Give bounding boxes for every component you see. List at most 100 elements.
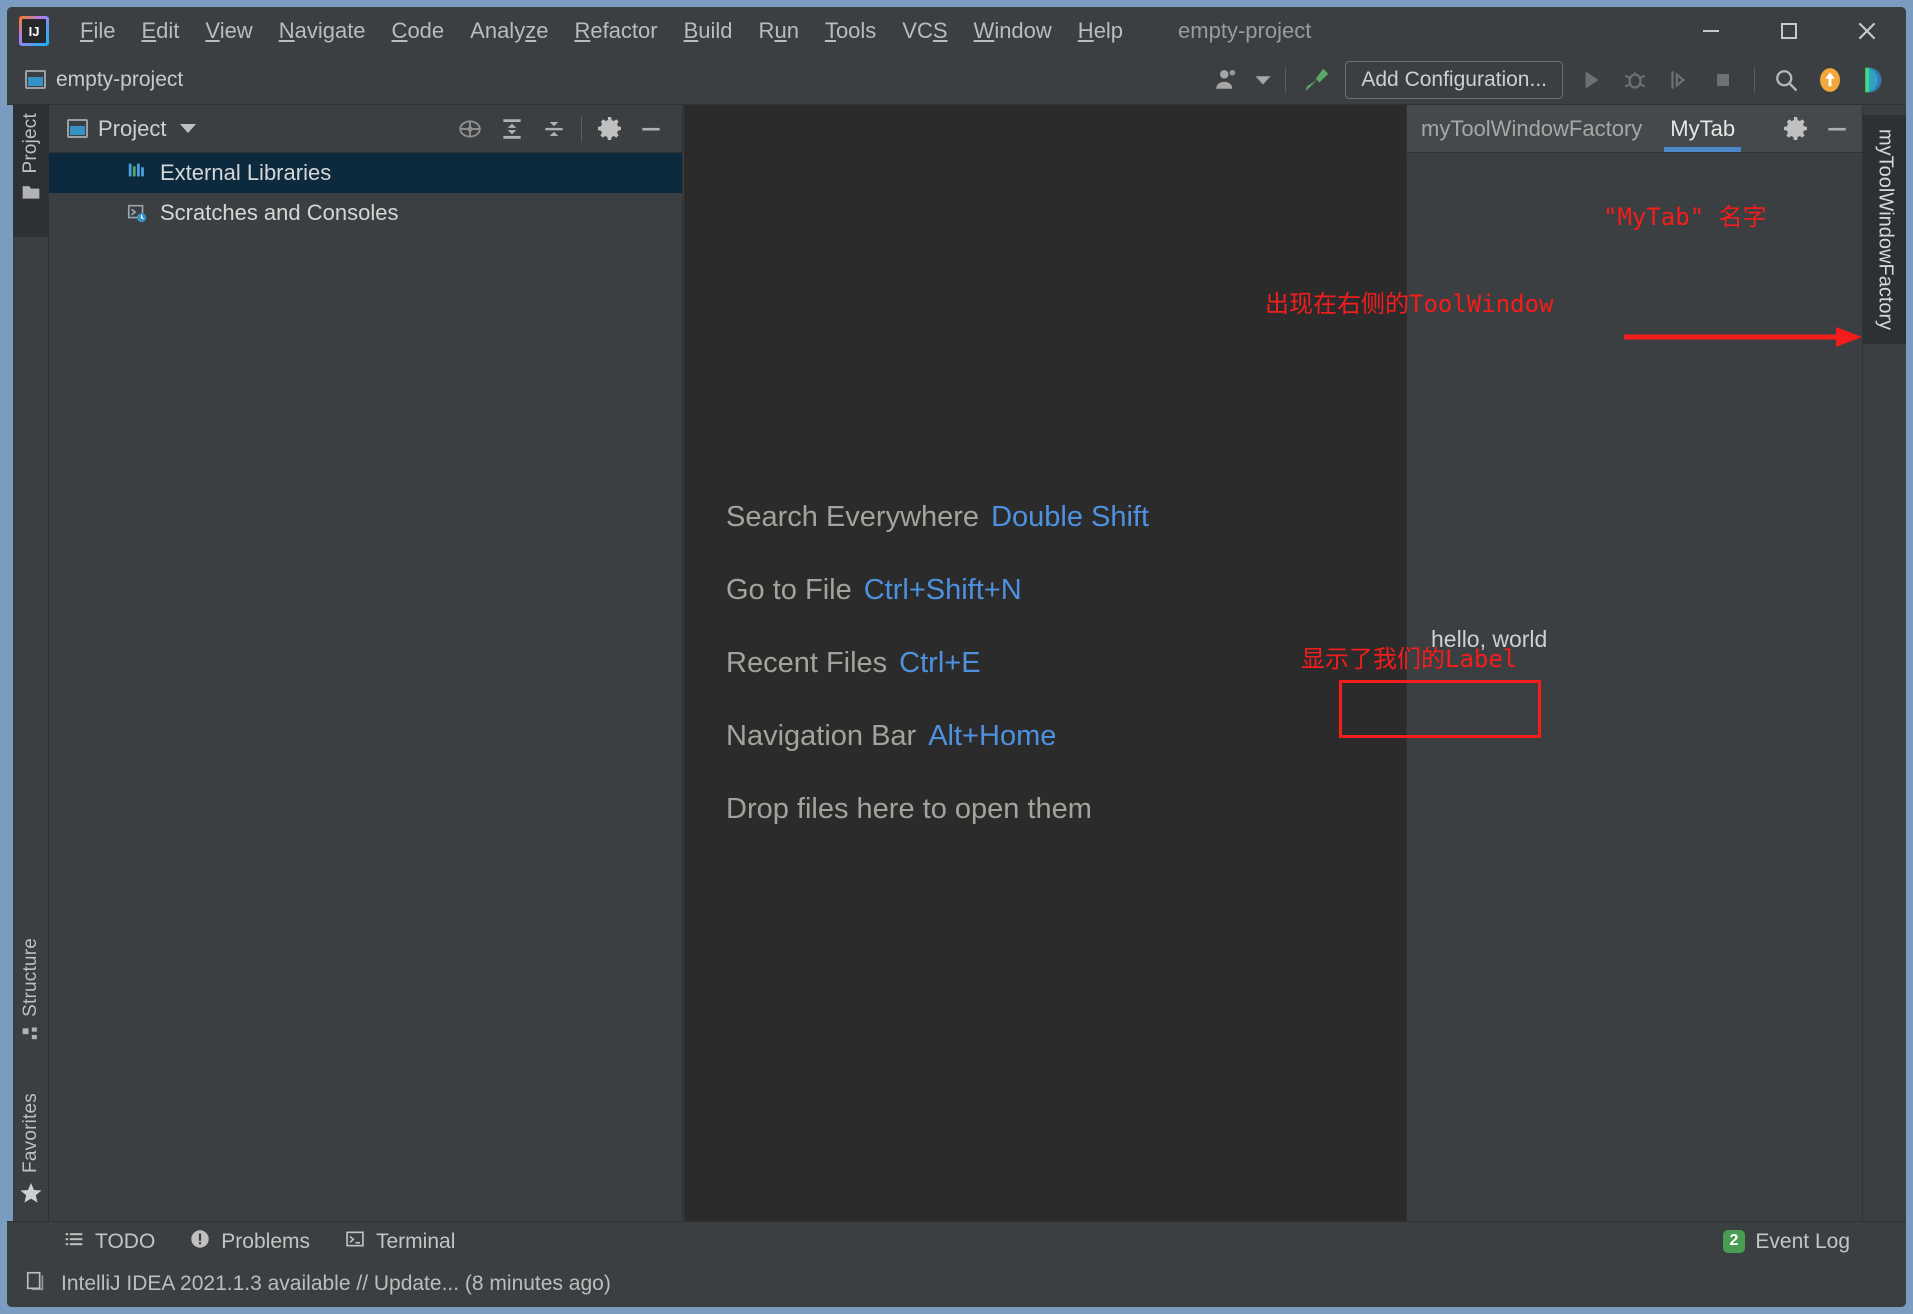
annotation-mytab-name: "MyTab" 名字 (1603, 203, 1767, 231)
project-name-tab[interactable]: empty-project (25, 68, 183, 92)
collapse-all-icon[interactable] (533, 108, 575, 150)
project-tool-window-title: Project (98, 115, 167, 141)
project-name-label: empty-project (56, 67, 184, 91)
menu-item-build[interactable]: Build (671, 14, 746, 48)
menu-item-view[interactable]: View (192, 14, 265, 48)
editor-hint-row-drop-files: Drop files here to open them (726, 793, 1092, 826)
chevron-down-icon[interactable] (1250, 58, 1276, 102)
menu-item-analyze[interactable]: Analyze (457, 14, 561, 48)
menu-item-file[interactable]: File (67, 14, 128, 48)
editor-hint-row: Search Everywhere Double Shift (726, 501, 1149, 534)
window-controls (1672, 7, 1906, 55)
menu-item-window[interactable]: Window (961, 14, 1065, 48)
project-header-separator (581, 115, 582, 142)
menu-item-tools[interactable]: Tools (812, 14, 889, 48)
event-log-button[interactable]: 2 Event Log (1722, 1229, 1850, 1254)
menu-item-vcs[interactable]: VCS (889, 14, 960, 48)
editor-empty-area: Search Everywhere Double Shift Go to File… (684, 105, 1406, 1221)
close-button[interactable] (1828, 7, 1906, 55)
problems-icon (189, 1228, 211, 1256)
editor-hint-row: Go to File Ctrl+Shift+N (726, 574, 1022, 607)
hint-shortcut: Ctrl+E (899, 646, 981, 679)
sidebar-item-label: myToolWindowFactory (1874, 129, 1897, 331)
window-frame: File Edit View Navigate Code Analyze Ref… (0, 0, 1913, 1314)
project-window-icon (25, 70, 46, 89)
hint-shortcut: Double Shift (991, 500, 1150, 533)
tree-item-label: Scratches and Consoles (160, 200, 399, 225)
todo-list-icon (63, 1229, 85, 1255)
hide-icon[interactable] (1816, 108, 1858, 150)
tree-item-external-libraries[interactable]: External Libraries (49, 153, 682, 193)
toolbar-separator-1 (1285, 66, 1287, 93)
annotation-arrow-icon (1624, 327, 1862, 347)
menu-bar: File Edit View Navigate Code Analyze Ref… (7, 7, 1906, 55)
bottom-item-todo[interactable]: TODO (63, 1229, 155, 1255)
toolbar-separator-2 (1754, 66, 1755, 93)
status-bar-message: IntelliJ IDEA 2021.1.3 available // Upda… (61, 1272, 611, 1295)
debug-icon[interactable] (1613, 58, 1657, 102)
hint-action: Search Everywhere (726, 500, 980, 533)
tool-window-tab-actions (1774, 105, 1862, 152)
hint-action: Go to File (726, 573, 852, 606)
star-icon (19, 1181, 43, 1211)
scratches-icon (125, 202, 149, 224)
editor-hint-row: Recent Files Ctrl+E (726, 647, 981, 680)
sidebar-item-favorites[interactable]: Favorites (13, 1093, 49, 1211)
tree-item-label: External Libraries (160, 160, 332, 185)
window-body: File Edit View Navigate Code Analyze Ref… (7, 7, 1906, 1307)
project-header-actions (449, 108, 672, 150)
search-icon[interactable] (1764, 58, 1808, 102)
chevron-down-icon[interactable] (180, 124, 197, 133)
gear-icon[interactable] (1774, 108, 1816, 150)
maximize-button[interactable] (1750, 7, 1828, 55)
terminal-icon (344, 1229, 366, 1255)
toolbar-actions: Add Configuration... (1206, 58, 1906, 102)
annotation-highlight-box (1339, 680, 1541, 738)
sidebar-item-structure[interactable]: Structure (13, 938, 49, 1051)
sidebar-item-project[interactable]: Project (13, 105, 49, 237)
menu-item-help[interactable]: Help (1065, 14, 1136, 48)
left-tool-window-bar: Project Structure Favorites (7, 105, 49, 1221)
bottom-item-terminal[interactable]: Terminal (344, 1229, 455, 1255)
menu-item-run[interactable]: Run (746, 14, 812, 48)
gear-icon[interactable] (588, 108, 630, 150)
menu-item-edit[interactable]: Edit (128, 14, 192, 48)
status-bar: IntelliJ IDEA 2021.1.3 available // Upda… (7, 1261, 1906, 1307)
sidebar-item-mytoolwindowfactory[interactable]: myToolWindowFactory (1863, 115, 1906, 345)
libraries-icon (125, 159, 149, 187)
hint-action: Drop files here to open them (726, 792, 1092, 825)
add-configuration-button[interactable]: Add Configuration... (1345, 60, 1563, 99)
stop-icon[interactable] (1701, 58, 1745, 102)
menu-item-code[interactable]: Code (379, 14, 458, 48)
annotation-toolwindow: 出现在右侧的ToolWindow (1265, 290, 1554, 318)
main-toolbar: empty-project Add Configuration... (7, 55, 1906, 105)
notification-icon[interactable] (25, 1270, 47, 1298)
people-icon[interactable] (1206, 58, 1250, 102)
tab-mytoolwindowfactory[interactable]: myToolWindowFactory (1407, 105, 1656, 152)
tree-item-scratches-and-consoles[interactable]: Scratches and Consoles (49, 193, 682, 233)
ide-feature-icon[interactable] (1852, 58, 1896, 102)
run-with-coverage-icon[interactable] (1657, 58, 1701, 102)
build-hammer-icon[interactable] (1295, 58, 1339, 102)
structure-icon (21, 1025, 41, 1051)
bottom-item-label: Problems (221, 1229, 310, 1253)
tab-mytab[interactable]: MyTab (1656, 105, 1749, 152)
menu-item-navigate[interactable]: Navigate (266, 14, 379, 48)
tab-label: myToolWindowFactory (1421, 115, 1643, 141)
run-icon[interactable] (1569, 58, 1613, 102)
sidebar-item-favorites-label: Favorites (20, 1093, 41, 1173)
bottom-item-label: TODO (95, 1229, 156, 1253)
minimize-button[interactable] (1672, 7, 1750, 55)
update-project-icon[interactable] (1808, 58, 1852, 102)
project-window-icon (67, 119, 88, 138)
bottom-item-problems[interactable]: Problems (189, 1228, 310, 1256)
intellij-logo-icon (19, 16, 49, 46)
hide-icon[interactable] (630, 108, 672, 150)
event-log-label: Event Log (1755, 1229, 1850, 1253)
editor-hint-row: Navigation Bar Alt+Home (726, 720, 1056, 753)
menu-item-refactor[interactable]: Refactor (561, 14, 670, 48)
sidebar-item-structure-label: Structure (20, 938, 41, 1017)
event-log-badge: 2 (1722, 1230, 1746, 1253)
expand-all-icon[interactable] (491, 108, 533, 150)
select-opened-file-icon[interactable] (449, 108, 491, 150)
